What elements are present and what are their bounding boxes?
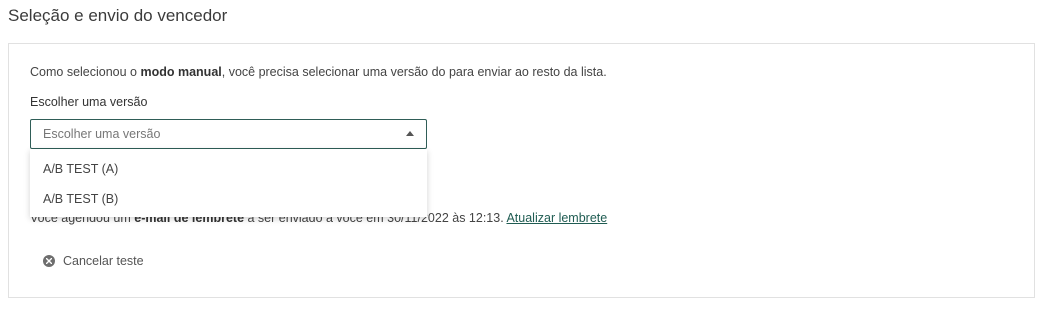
version-dropdown: A/B TEST (A) A/B TEST (B) (30, 149, 427, 217)
cancel-test-button[interactable]: Cancelar teste (43, 254, 144, 268)
version-option-a[interactable]: A/B TEST (A) (30, 154, 427, 184)
page-title: Seleção e envio do vencedor (8, 6, 228, 25)
winner-panel: Como selecionou o modo manual, você prec… (8, 43, 1035, 298)
intro-prefix: Como selecionou o (30, 65, 141, 79)
intro-text: Como selecionou o modo manual, você prec… (30, 65, 607, 79)
version-option-b[interactable]: A/B TEST (B) (30, 184, 427, 214)
intro-suffix: , você precisa selecionar uma versão do … (221, 65, 607, 79)
intro-emphasis: modo manual (140, 65, 222, 79)
close-circle-icon (43, 255, 55, 267)
cancel-test-label: Cancelar teste (63, 254, 144, 268)
version-select[interactable]: Escolher uma versão (30, 119, 427, 149)
caret-up-icon (406, 131, 414, 136)
version-field-label: Escolher uma versão (30, 95, 148, 109)
update-reminder-link[interactable]: Atualizar lembrete (506, 211, 607, 225)
version-select-placeholder: Escolher uma versão (43, 127, 161, 141)
